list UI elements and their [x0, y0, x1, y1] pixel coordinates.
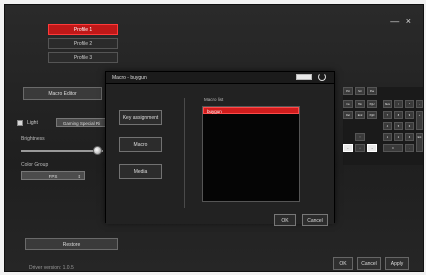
key-numlock[interactable]: Num — [383, 100, 392, 108]
macro-dialog: Macro - buygun Key assignment Macro Medi… — [105, 71, 335, 226]
key-decimal[interactable]: . — [405, 144, 414, 152]
key-down[interactable]: ↓ — [355, 144, 365, 152]
key-num0[interactable]: 0 — [383, 144, 403, 152]
window-controls: — × — [390, 16, 413, 26]
brightness-slider-track[interactable] — [21, 150, 103, 152]
dialog-ok-button[interactable]: OK — [274, 214, 296, 226]
chevron-updown-icon: ⇕ — [77, 174, 81, 179]
key-delete[interactable]: Del — [343, 111, 353, 119]
key-end[interactable]: End — [355, 111, 365, 119]
key-minus[interactable]: - — [416, 100, 423, 108]
key-left[interactable]: ← — [343, 144, 353, 152]
key-divide[interactable]: / — [394, 100, 403, 108]
profile-2-button[interactable]: Profile 2 — [48, 38, 118, 49]
cancel-button[interactable]: Cancel — [357, 257, 381, 270]
macro-list-label: Macro list — [204, 97, 224, 102]
key-up[interactable]: ↑ — [355, 133, 365, 141]
dialog-cancel-button[interactable]: Cancel — [302, 214, 328, 226]
key-num5[interactable]: 5 — [394, 122, 403, 130]
key-scroll[interactable]: Scr — [355, 87, 365, 95]
key-multiply[interactable]: * — [405, 100, 414, 108]
macro-list-item[interactable]: buygun — [203, 107, 299, 114]
key-pageup[interactable]: PgU — [367, 100, 377, 108]
key-home[interactable]: Hm — [355, 100, 365, 108]
brightness-slider-knob[interactable] — [93, 146, 102, 155]
color-group-value: FPS — [48, 174, 58, 179]
color-group-label: Color Group — [21, 162, 49, 168]
key-num9[interactable]: 9 — [405, 111, 414, 119]
key-num1[interactable]: 1 — [383, 133, 392, 141]
refresh-icon[interactable] — [318, 73, 326, 81]
key-num6[interactable]: 6 — [405, 122, 414, 130]
apply-button[interactable]: Apply — [385, 257, 409, 270]
minimize-icon[interactable]: — — [390, 16, 401, 26]
key-right[interactable]: → — [367, 144, 377, 152]
restore-button[interactable]: Restore — [25, 238, 118, 250]
key-pagedown[interactable]: PgD — [367, 111, 377, 119]
ok-button[interactable]: OK — [333, 257, 353, 270]
key-num4[interactable]: 4 — [383, 122, 392, 130]
key-enter[interactable]: Ent — [416, 133, 423, 152]
macro-list[interactable]: buygun — [202, 106, 300, 202]
driver-version: Driver version: 1.0.5 — [29, 265, 74, 271]
key-num8[interactable]: 8 — [394, 111, 403, 119]
key-print[interactable]: Pnt — [343, 87, 353, 95]
profile-1-button[interactable]: Profile 1 — [48, 24, 118, 35]
key-num3[interactable]: 3 — [405, 133, 414, 141]
light-label: Light — [27, 119, 38, 126]
key-assignment-button[interactable]: Key assignment — [119, 110, 162, 125]
color-group-select[interactable]: FPS ⇕ — [21, 171, 85, 180]
macro-editor-button[interactable]: Macro Editor — [23, 87, 102, 100]
dialog-title: Macro - buygun — [112, 75, 147, 81]
close-icon[interactable]: × — [406, 16, 413, 26]
dialog-minimize-button[interactable] — [296, 74, 312, 80]
light-checkbox[interactable] — [17, 119, 23, 126]
key-num2[interactable]: 2 — [394, 133, 403, 141]
key-pause[interactable]: Pse — [367, 87, 377, 95]
brightness-label: Brightness — [21, 136, 45, 142]
app-window: — × Profile 1 Profile 2 Profile 3 Macro … — [4, 4, 424, 272]
key-plus[interactable]: + — [416, 111, 423, 130]
key-insert[interactable]: Ins — [343, 100, 353, 108]
dialog-body: Key assignment Macro Media Macro list bu… — [106, 83, 334, 226]
macro-button[interactable]: Macro — [119, 137, 162, 152]
key-num7[interactable]: 7 — [383, 111, 392, 119]
media-button[interactable]: Media — [119, 164, 162, 179]
light-row: Light Gaming Special Ri — [17, 118, 114, 127]
dialog-divider — [184, 98, 185, 208]
keyboard-preview: Pnt Scr Pse Ins Hm PgU Num / * - Del End… — [343, 87, 423, 165]
profile-3-button[interactable]: Profile 3 — [48, 52, 118, 63]
